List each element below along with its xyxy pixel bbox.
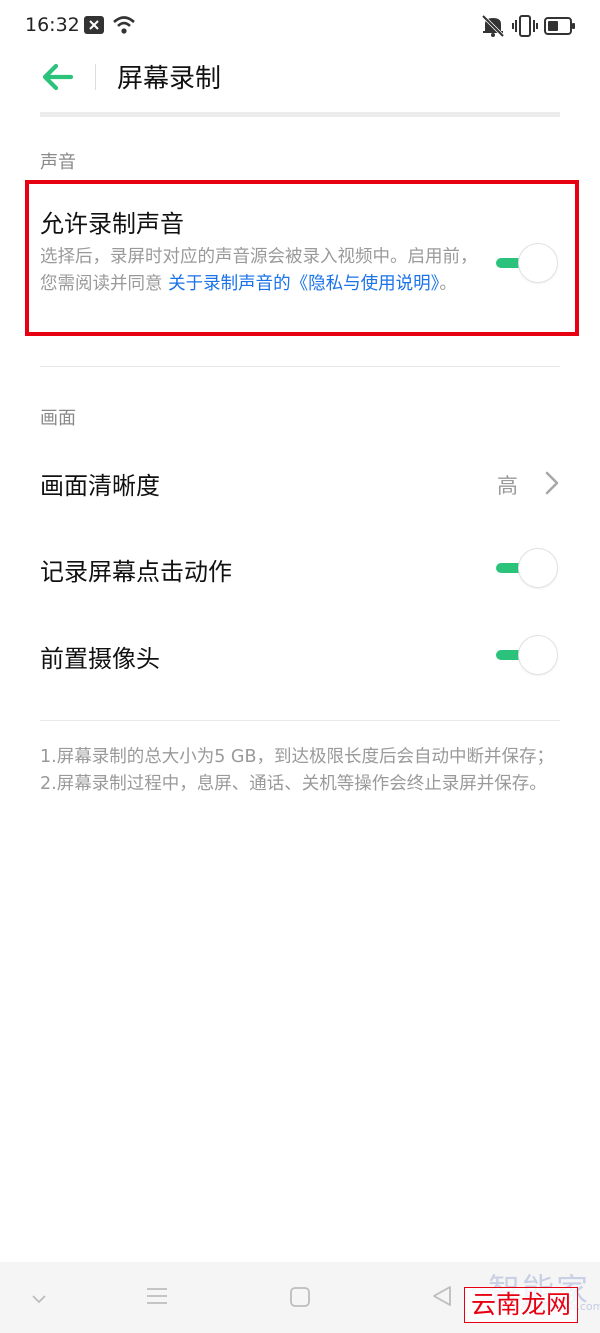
chevron-right-icon	[544, 470, 560, 500]
resolution-row[interactable]: 画面清晰度 高	[0, 450, 600, 516]
back-triangle-icon[interactable]	[431, 1284, 453, 1312]
arrow-left-icon[interactable]	[40, 62, 74, 96]
section-label-sound: 声音	[40, 152, 76, 173]
menu-icon[interactable]	[146, 1286, 168, 1310]
notes-divider	[40, 720, 560, 721]
front-camera-title: 前置摄像头	[40, 645, 160, 673]
section-label-picture: 画面	[40, 408, 76, 429]
description-suffix: 。	[439, 274, 457, 294]
record-taps-toggle[interactable]	[496, 548, 560, 588]
section-divider	[40, 366, 560, 367]
privacy-link[interactable]: 关于录制声音的《隐私与使用说明》	[168, 274, 439, 294]
chevron-down-icon[interactable]	[31, 1290, 47, 1309]
allow-record-sound-title: 允许录制声音	[40, 210, 184, 238]
notification-x-icon	[84, 16, 104, 34]
resolution-value: 高	[497, 474, 518, 498]
toggle-knob	[518, 548, 558, 588]
record-taps-title: 记录屏幕点击动作	[40, 558, 232, 586]
header-divider	[95, 64, 96, 90]
allow-record-sound-description: 选择后，录屏时对应的声音源会被录入视频中。启用前，您需阅读并同意 关于录制声音的…	[40, 244, 480, 298]
allow-record-sound-toggle[interactable]	[496, 243, 560, 283]
notes: 1.屏幕录制的总大小为5 GB，到达极限长度后会自动中断并保存； 2.屏幕录制过…	[40, 744, 565, 798]
header-separator	[40, 112, 560, 117]
front-camera-toggle[interactable]	[496, 635, 560, 675]
wifi-icon	[112, 15, 136, 39]
toggle-knob	[518, 243, 558, 283]
page-title: 屏幕录制	[117, 64, 222, 94]
note-line-1: 1.屏幕录制的总大小为5 GB，到达极限长度后会自动中断并保存；	[40, 747, 554, 767]
status-time: 16:32	[25, 14, 80, 36]
home-icon[interactable]	[289, 1286, 311, 1312]
vibrate-icon	[512, 14, 538, 42]
mute-icon	[480, 14, 506, 42]
watermark-badge: 云南龙网	[464, 1287, 579, 1323]
battery-icon	[544, 16, 576, 40]
note-line-2: 2.屏幕录制过程中，息屏、通话、关机等操作会终止录屏并保存。	[40, 774, 547, 794]
toggle-knob	[518, 635, 558, 675]
resolution-title: 画面清晰度	[40, 472, 160, 500]
